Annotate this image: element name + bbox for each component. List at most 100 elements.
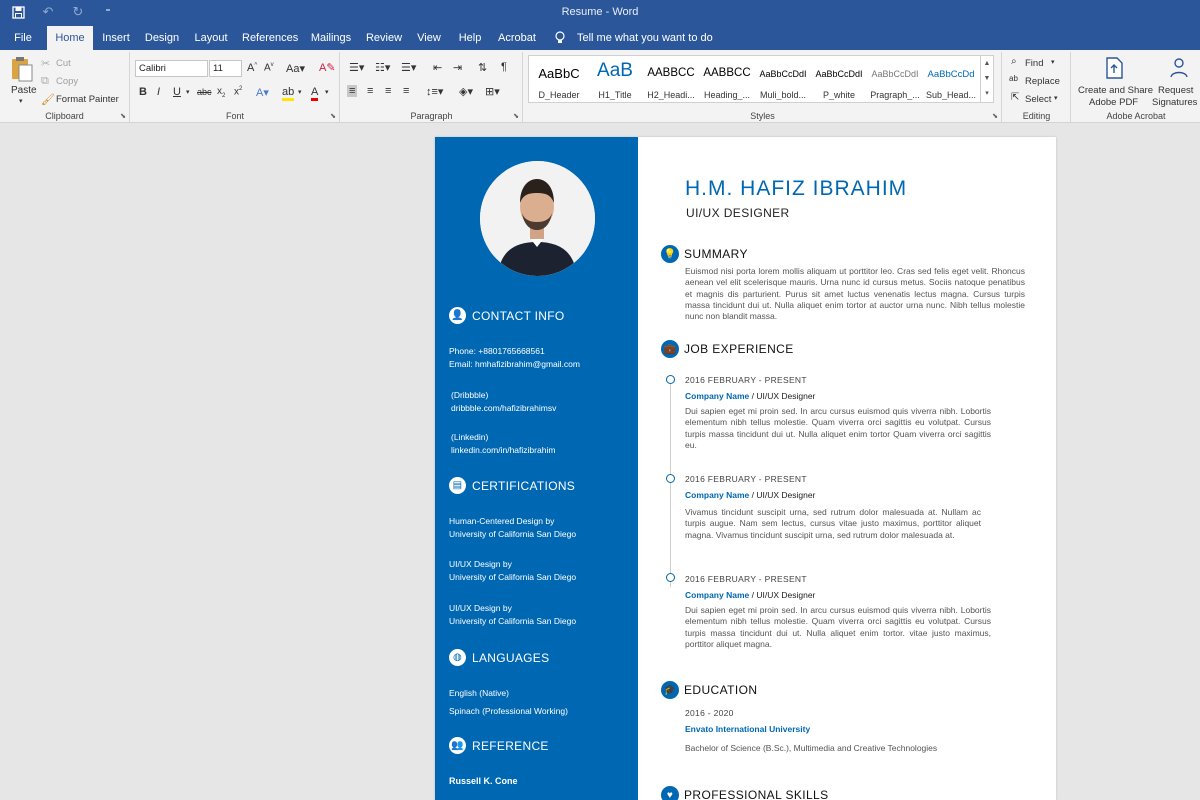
education-heading: 🎓 EDUCATION — [661, 681, 757, 699]
bullets-icon[interactable]: ☰▾ — [349, 61, 364, 74]
multilevel-list-icon[interactable]: ☰▾ — [401, 61, 416, 74]
tab-file[interactable]: File — [6, 26, 40, 50]
cert-title: Human-Centered Design by — [449, 516, 555, 526]
style-muli-bold[interactable]: AaBbCcDdI Muli_bold... — [755, 56, 811, 104]
font-color-icon[interactable]: A — [311, 86, 319, 101]
dialog-launcher-icon[interactable]: ⬊ — [120, 112, 126, 120]
superscript-icon[interactable]: x2 — [234, 86, 242, 97]
align-center-icon[interactable]: ≡ — [367, 85, 373, 97]
style-sample: AaBbCcDdI — [759, 69, 807, 79]
education-school: Envato International University — [685, 724, 810, 734]
scroll-down-icon[interactable]: ▼ — [981, 71, 993, 86]
linkedin-link[interactable]: linkedin.com/in/hafizibrahim — [451, 444, 555, 457]
styles-scroll[interactable]: ▲ ▼ ▾ — [980, 56, 993, 102]
dribbble-link[interactable]: dribbble.com/hafizibrahimsv — [451, 402, 556, 415]
paste-icon[interactable] — [11, 56, 33, 85]
dialog-launcher-icon[interactable]: ⬊ — [330, 112, 336, 120]
reference-name: Russell K. Cone — [449, 776, 518, 786]
subscript-icon[interactable]: x2 — [217, 86, 225, 99]
highlight-icon[interactable]: ab — [282, 86, 295, 101]
summary-text: Euismod nisi porta lorem mollis aliquam … — [685, 266, 1025, 322]
borders-icon[interactable]: ⊞▾ — [485, 85, 500, 98]
style-h1-title[interactable]: AaB H1_Title — [587, 56, 643, 104]
cert-org: University of California San Diego — [449, 529, 577, 539]
tab-help[interactable]: Help — [455, 26, 485, 50]
italic-icon[interactable]: I — [157, 86, 160, 98]
align-left-icon[interactable]: ≡ — [347, 85, 358, 97]
linkedin-label: (Linkedin) — [451, 432, 489, 442]
style-heading[interactable]: AABBCC Heading_... — [699, 56, 755, 104]
scroll-up-icon[interactable]: ▲ — [981, 56, 993, 71]
request-signatures-button-line2[interactable]: Signatures — [1152, 97, 1197, 108]
dialog-launcher-icon[interactable]: ⬊ — [513, 112, 519, 120]
tab-acrobat[interactable]: Acrobat — [496, 26, 538, 50]
find-button[interactable]: Find — [1025, 58, 1043, 69]
justify-icon[interactable]: ≡ — [403, 85, 409, 97]
certifications-heading: ▤ CERTIFICATIONS — [449, 477, 575, 494]
font-size-select[interactable]: 11 — [209, 60, 242, 77]
font-name-select[interactable]: Calibri — [135, 60, 208, 77]
tab-references[interactable]: References — [242, 26, 298, 50]
find-dropdown-icon[interactable]: ▾ — [1051, 58, 1055, 66]
underline-icon[interactable]: U — [173, 86, 181, 98]
shading-icon[interactable]: ◈▾ — [459, 85, 473, 98]
cut-button[interactable]: Cut — [56, 58, 71, 69]
timeline-dot — [666, 573, 675, 582]
change-case-icon[interactable]: Aa▾ — [286, 62, 305, 75]
request-signatures-button[interactable]: Request — [1158, 85, 1193, 96]
tab-layout[interactable]: Layout — [192, 26, 230, 50]
tab-mailings[interactable]: Mailings — [308, 26, 354, 50]
style-p-white[interactable]: AaBbCcDdI P_white — [811, 56, 867, 104]
company-name: Company Name — [685, 490, 750, 500]
document-page[interactable]: 👤 CONTACT INFO Phone: +8801765668561 Ema… — [435, 137, 1056, 800]
dialog-launcher-icon[interactable]: ⬊ — [992, 112, 998, 120]
profile-photo — [480, 161, 595, 276]
tab-view[interactable]: View — [414, 26, 444, 50]
cert-org: University of California San Diego — [449, 616, 577, 626]
clear-formatting-icon[interactable]: A✎ — [319, 61, 336, 74]
certificate-icon: ▤ — [449, 477, 466, 494]
style-d-header[interactable]: AaBbC D_Header — [531, 56, 587, 104]
tab-review[interactable]: Review — [365, 26, 403, 50]
more-styles-icon[interactable]: ▾ — [981, 86, 993, 101]
create-share-pdf-button[interactable]: Create and Share — [1078, 85, 1153, 96]
create-share-pdf-button-line2[interactable]: Adobe PDF — [1089, 97, 1138, 108]
select-button[interactable]: Select — [1025, 94, 1051, 105]
copy-button[interactable]: Copy — [56, 76, 78, 87]
format-painter-button[interactable]: Format Painter — [56, 94, 119, 105]
text-effects-icon[interactable]: A▾ — [256, 86, 269, 99]
sort-icon[interactable]: ⇅ — [478, 61, 487, 74]
show-formatting-icon[interactable]: ¶ — [501, 61, 507, 73]
tab-insert[interactable]: Insert — [98, 26, 134, 50]
align-right-icon[interactable]: ≡ — [385, 85, 391, 97]
strikethrough-icon[interactable]: abc — [197, 87, 212, 97]
style-sample: AaBbCcDdI — [815, 69, 863, 79]
decrease-indent-icon[interactable]: ⇤ — [433, 61, 442, 74]
numbering-icon[interactable]: ☷▾ — [375, 61, 390, 74]
timeline-dot — [666, 375, 675, 384]
grow-font-icon[interactable]: A^ — [247, 62, 257, 74]
replace-button[interactable]: Replace — [1025, 76, 1060, 87]
style-name: Sub_Head... — [925, 90, 977, 100]
style-sub-heading[interactable]: AaBbCcDd Sub_Head... — [923, 56, 979, 104]
underline-dropdown-icon[interactable]: ▾ — [186, 88, 190, 96]
highlight-dropdown-icon[interactable]: ▾ — [298, 88, 302, 96]
paste-button[interactable]: Paste — [11, 85, 37, 96]
style-name: Heading_... — [703, 90, 751, 100]
tab-home[interactable]: Home — [47, 26, 93, 50]
bold-icon[interactable]: B — [139, 86, 147, 98]
shrink-font-icon[interactable]: Av — [264, 62, 274, 73]
tab-design[interactable]: Design — [143, 26, 181, 50]
format-painter-icon: 🖌 — [41, 94, 55, 106]
line-spacing-icon[interactable]: ↕≡▾ — [426, 85, 443, 98]
style-paragraph[interactable]: AaBbCcDdI Pragraph_... — [867, 56, 923, 104]
paste-dropdown-icon[interactable]: ▾ — [19, 97, 23, 105]
font-color-dropdown-icon[interactable]: ▾ — [325, 88, 329, 96]
tell-me-input[interactable]: Tell me what you want to do — [577, 26, 713, 50]
increase-indent-icon[interactable]: ⇥ — [453, 61, 462, 74]
cert-org: University of California San Diego — [449, 572, 577, 582]
replace-icon: ab — [1009, 74, 1018, 83]
select-dropdown-icon[interactable]: ▾ — [1054, 94, 1058, 102]
graduation-cap-icon: 🎓 — [661, 681, 679, 699]
style-h2-heading[interactable]: AABBCC H2_Headi... — [643, 56, 699, 104]
